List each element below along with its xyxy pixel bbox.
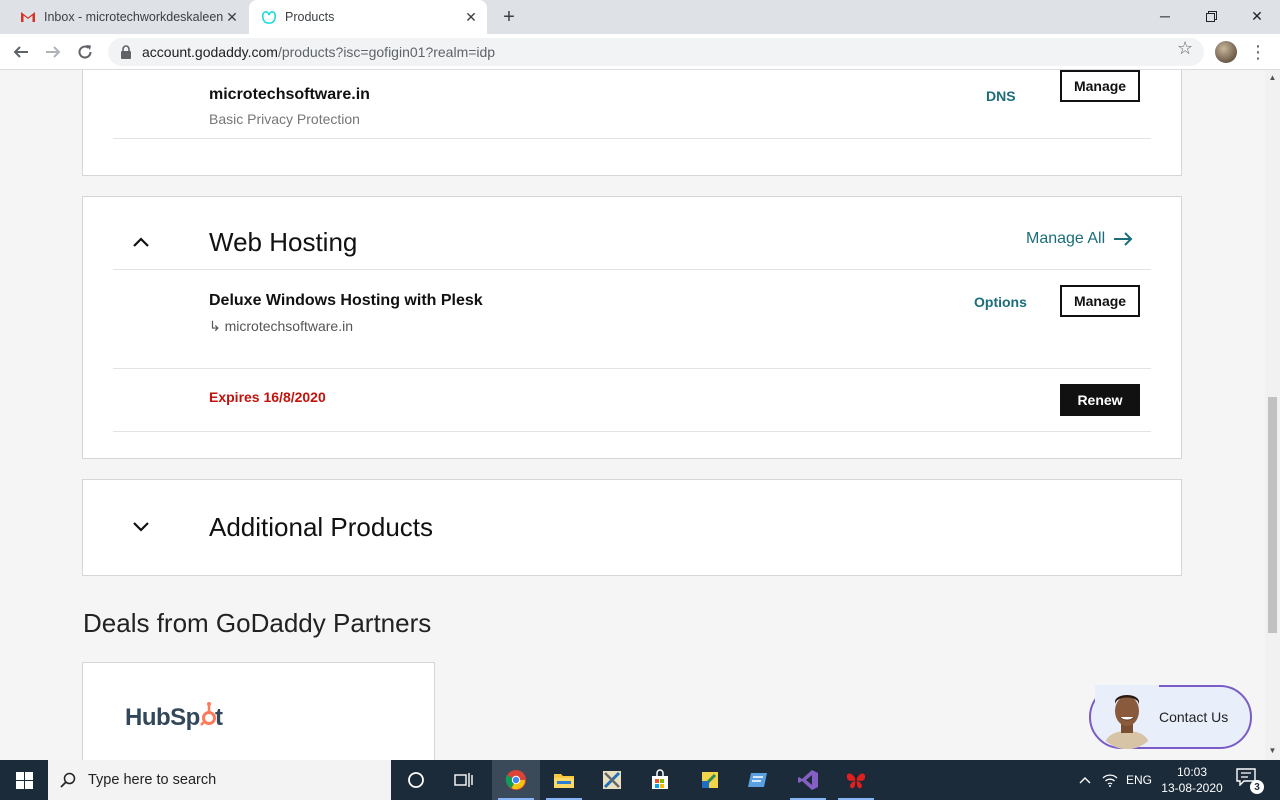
scroll-up-icon[interactable]: ▲ bbox=[1268, 73, 1277, 82]
task-view-icon[interactable] bbox=[440, 760, 488, 800]
hosting-manage-button[interactable]: Manage bbox=[1060, 285, 1140, 317]
tab-gmail-inbox[interactable]: Inbox - microtechworkdeskaleen ✕ bbox=[8, 0, 248, 34]
window-close-icon[interactable]: ✕ bbox=[1234, 4, 1280, 28]
file-explorer-icon[interactable] bbox=[540, 760, 588, 800]
svg-text:t: t bbox=[215, 704, 223, 731]
browser-toolbar: account.godaddy.com/products?isc=gofigin… bbox=[0, 34, 1280, 70]
linked-domain-text: microtechsoftware.in bbox=[224, 318, 354, 334]
contact-us-button[interactable]: Contact Us bbox=[1089, 685, 1252, 749]
browser-menu-icon[interactable]: ⋮ bbox=[1249, 41, 1267, 63]
domains-card: microtechsoftware.in Basic Privacy Prote… bbox=[82, 70, 1182, 176]
address-bar[interactable]: account.godaddy.com/products?isc=gofigin… bbox=[108, 38, 1204, 66]
hubspot-logo: HubSp t bbox=[125, 701, 223, 733]
wifi-icon[interactable] bbox=[1098, 760, 1122, 800]
partner-deal-card[interactable]: HubSp t bbox=[82, 662, 435, 760]
clock-time: 10:03 bbox=[1176, 765, 1208, 779]
domain-manage-button[interactable]: Manage bbox=[1060, 70, 1140, 102]
deals-heading: Deals from GoDaddy Partners bbox=[83, 608, 432, 638]
close-tab-icon[interactable]: ✕ bbox=[224, 9, 240, 25]
tab-products[interactable]: Products ✕ bbox=[249, 0, 487, 34]
editor-app-icon[interactable] bbox=[734, 760, 782, 800]
restore-icon[interactable] bbox=[1188, 4, 1234, 28]
bookmark-star-icon[interactable]: ☆ bbox=[1177, 38, 1193, 59]
godaddy-icon bbox=[261, 9, 277, 25]
system-clock[interactable]: 10:03 13-08-2020 bbox=[1160, 764, 1224, 796]
search-placeholder: Type here to search bbox=[88, 772, 217, 788]
tab-title: Products bbox=[285, 10, 335, 24]
page-viewport: microtechsoftware.in Basic Privacy Prote… bbox=[0, 70, 1265, 760]
minimize-icon[interactable]: ─ bbox=[1142, 4, 1188, 28]
web-hosting-card: Web Hosting Manage All Deluxe Windows Ho… bbox=[82, 196, 1182, 459]
close-tab-icon[interactable]: ✕ bbox=[463, 9, 479, 25]
windows-taskbar: Type here to search ENG 10:03 13-08-2020 bbox=[0, 760, 1280, 800]
tools-app-icon[interactable] bbox=[588, 760, 636, 800]
renew-button[interactable]: Renew bbox=[1060, 384, 1140, 416]
support-agent-avatar bbox=[1095, 685, 1159, 749]
chevron-up-icon[interactable] bbox=[131, 233, 151, 253]
url-host: account.godaddy.com bbox=[142, 44, 278, 60]
section-title-web-hosting: Web Hosting bbox=[209, 227, 358, 257]
show-hidden-icons-icon[interactable] bbox=[1074, 760, 1096, 800]
search-icon bbox=[48, 772, 88, 788]
additional-products-card[interactable]: Additional Products bbox=[82, 479, 1182, 576]
language-indicator[interactable]: ENG bbox=[1124, 760, 1154, 800]
profile-avatar[interactable] bbox=[1215, 41, 1237, 63]
divider bbox=[113, 269, 1151, 270]
arrow-right-icon bbox=[1114, 232, 1133, 246]
divider bbox=[113, 431, 1151, 432]
sticky-app-icon[interactable] bbox=[686, 760, 734, 800]
browser-tabstrip: Inbox - microtechworkdeskaleen ✕ Product… bbox=[0, 0, 1280, 34]
hosting-product-name: Deluxe Windows Hosting with Plesk bbox=[209, 292, 483, 309]
back-icon[interactable] bbox=[8, 39, 34, 65]
butterfly-app-icon[interactable] bbox=[832, 760, 880, 800]
linked-domain: ↳ microtechsoftware.in bbox=[209, 318, 353, 335]
chrome-taskbar-icon[interactable] bbox=[492, 760, 540, 800]
cortana-icon[interactable] bbox=[392, 760, 440, 800]
lock-icon bbox=[120, 45, 132, 59]
microsoft-store-icon[interactable] bbox=[636, 760, 684, 800]
gmail-icon bbox=[20, 9, 36, 25]
action-center-icon[interactable]: 3 bbox=[1236, 768, 1264, 794]
page-scrollbar[interactable]: ▲ ▼ bbox=[1265, 70, 1280, 760]
divider bbox=[113, 138, 1151, 139]
forward-icon[interactable] bbox=[40, 39, 66, 65]
manage-all-link[interactable]: Manage All bbox=[1026, 230, 1133, 248]
scrollbar-thumb[interactable] bbox=[1268, 397, 1277, 633]
new-tab-icon[interactable]: + bbox=[498, 6, 520, 28]
dns-link[interactable]: DNS bbox=[986, 88, 1016, 104]
manage-all-label: Manage All bbox=[1026, 230, 1106, 247]
windows-start-icon[interactable] bbox=[0, 760, 48, 800]
domain-name: microtechsoftware.in bbox=[209, 86, 370, 103]
taskbar-search-box[interactable]: Type here to search bbox=[48, 760, 391, 800]
divider bbox=[113, 368, 1151, 369]
visual-studio-icon[interactable] bbox=[784, 760, 832, 800]
domain-subtitle: Basic Privacy Protection bbox=[209, 111, 360, 127]
section-title-additional-products: Additional Products bbox=[209, 512, 434, 542]
options-link[interactable]: Options bbox=[974, 294, 1027, 310]
subdirectory-arrow-icon: ↳ bbox=[209, 318, 221, 334]
tab-title: Inbox - microtechworkdeskaleen bbox=[44, 10, 224, 24]
scroll-down-icon[interactable]: ▼ bbox=[1268, 746, 1277, 755]
url-path: /products?isc=gofigin01?realm=idp bbox=[277, 44, 496, 60]
contact-us-label: Contact Us bbox=[1159, 709, 1229, 725]
clock-date: 13-08-2020 bbox=[1161, 781, 1223, 795]
chevron-down-icon[interactable] bbox=[131, 516, 151, 536]
svg-text:HubSp: HubSp bbox=[125, 704, 200, 731]
reload-icon[interactable] bbox=[72, 39, 98, 65]
notification-count-badge: 3 bbox=[1250, 780, 1264, 794]
expiry-notice: Expires 16/8/2020 bbox=[209, 389, 326, 405]
